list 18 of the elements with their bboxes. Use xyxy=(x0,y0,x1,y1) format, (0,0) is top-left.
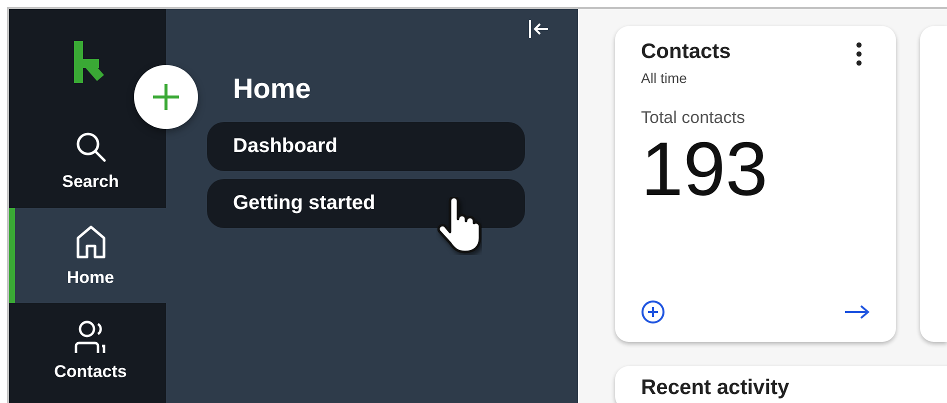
card-title: Recent activity xyxy=(641,376,790,400)
panel-title: Home xyxy=(233,72,312,106)
rail-item[interactable]: Home xyxy=(9,208,166,303)
arrow-right-icon[interactable] xyxy=(844,304,870,320)
add-circle-icon[interactable] xyxy=(641,300,665,324)
search-icon xyxy=(74,130,108,164)
collapse-icon[interactable] xyxy=(528,19,550,39)
plus-icon xyxy=(151,82,181,112)
submenu-item[interactable]: Dashboard xyxy=(207,122,525,171)
home-icon xyxy=(74,224,108,260)
logo-icon xyxy=(72,39,104,83)
metric-label: Total contacts xyxy=(641,108,746,128)
metric-value: 193 xyxy=(641,128,769,212)
more-options-icon[interactable] xyxy=(856,42,862,66)
card-title: Contacts xyxy=(641,40,731,64)
card-subtitle: All time xyxy=(641,70,688,86)
submenu-item[interactable]: Getting started xyxy=(207,179,525,228)
hand-cursor-icon xyxy=(436,197,482,255)
